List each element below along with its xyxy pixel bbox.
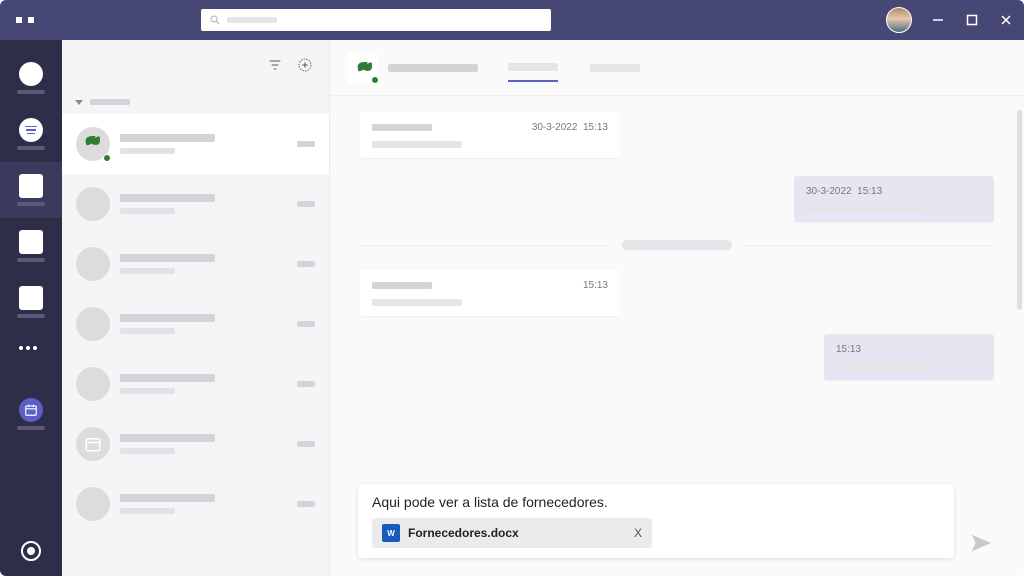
received-message[interactable]: 30-3-2022 15:13 bbox=[360, 112, 620, 158]
date-divider bbox=[360, 240, 994, 250]
app-calendar-icon bbox=[19, 398, 43, 422]
remove-attachment-button[interactable]: X bbox=[634, 526, 642, 540]
message-timestamp: 30-3-2022 15:13 bbox=[532, 122, 608, 133]
rail-item-calls[interactable] bbox=[0, 274, 62, 330]
app-window: 30-3-2022 15:13 30-3-2022 15:13 15:13 15… bbox=[0, 0, 1024, 576]
window-controls bbox=[886, 7, 1014, 33]
contact-avatar bbox=[76, 187, 110, 221]
message-timestamp: 30-3-2022 15:13 bbox=[806, 186, 882, 197]
rail-item-teams[interactable] bbox=[0, 162, 62, 218]
tab-files[interactable] bbox=[590, 54, 640, 82]
contact-avatar bbox=[76, 307, 110, 341]
chat-header bbox=[330, 40, 1024, 96]
calendar-rect-icon bbox=[19, 230, 43, 254]
sent-message[interactable]: 30-3-2022 15:13 bbox=[794, 176, 994, 222]
contact-avatar bbox=[76, 367, 110, 401]
send-icon bbox=[970, 532, 992, 554]
chevron-down-icon bbox=[74, 97, 84, 107]
current-user-avatar[interactable] bbox=[886, 7, 912, 33]
chat-list-item[interactable] bbox=[62, 174, 329, 234]
rail-item-calendar[interactable] bbox=[0, 218, 62, 274]
calls-icon bbox=[19, 286, 43, 310]
message-timestamp: 15:13 bbox=[836, 344, 861, 355]
contact-avatar bbox=[76, 427, 110, 461]
message-timestamp: 15:13 bbox=[583, 280, 608, 291]
title-bar bbox=[0, 0, 1024, 40]
received-message[interactable]: 15:13 bbox=[360, 270, 620, 316]
chat-contact-avatar[interactable] bbox=[348, 53, 378, 83]
chat-list-item[interactable] bbox=[62, 414, 329, 474]
rail-item-more[interactable] bbox=[0, 330, 62, 386]
scrollbar[interactable] bbox=[1017, 110, 1022, 310]
chat-list-section[interactable] bbox=[62, 90, 329, 114]
rail-item-activity[interactable] bbox=[0, 50, 62, 106]
chat-list-item[interactable] bbox=[62, 294, 329, 354]
presence-available-icon bbox=[371, 76, 379, 84]
help-icon bbox=[21, 541, 41, 561]
attachment-chip[interactable]: W Fornecedores.docx X bbox=[372, 518, 652, 548]
search-input[interactable] bbox=[201, 9, 551, 31]
contact-avatar bbox=[76, 247, 110, 281]
chat-list-item[interactable] bbox=[62, 234, 329, 294]
app-rail bbox=[0, 40, 62, 576]
chat-list-panel bbox=[62, 40, 330, 576]
tab-chat[interactable] bbox=[508, 54, 558, 82]
chat-main-panel: 30-3-2022 15:13 30-3-2022 15:13 15:13 15… bbox=[330, 40, 1024, 576]
sent-message[interactable]: 15:13 bbox=[824, 334, 994, 380]
close-button[interactable] bbox=[998, 12, 1014, 28]
search-icon bbox=[209, 14, 221, 26]
app-menu-button[interactable] bbox=[16, 17, 34, 23]
chat-icon bbox=[19, 118, 43, 142]
composer-area: Aqui pode ver a lista de fornecedores. W… bbox=[330, 484, 1024, 576]
activity-icon bbox=[19, 62, 43, 86]
rail-item-help[interactable] bbox=[0, 526, 62, 576]
chat-list-item[interactable] bbox=[62, 114, 329, 174]
attachment-filename: Fornecedores.docx bbox=[408, 526, 626, 540]
new-chat-icon[interactable] bbox=[297, 57, 313, 73]
maximize-button[interactable] bbox=[964, 12, 980, 28]
presence-available-icon bbox=[103, 154, 111, 162]
chat-list-item[interactable] bbox=[62, 474, 329, 534]
chat-list-item[interactable] bbox=[62, 354, 329, 414]
teams-icon bbox=[19, 174, 43, 198]
message-list: 30-3-2022 15:13 30-3-2022 15:13 15:13 15… bbox=[330, 96, 1024, 484]
send-button[interactable] bbox=[966, 528, 996, 558]
rail-item-apps[interactable] bbox=[0, 386, 62, 442]
chat-contact-name bbox=[388, 64, 478, 72]
contact-avatar bbox=[76, 487, 110, 521]
composer-text[interactable]: Aqui pode ver a lista de fornecedores. bbox=[372, 494, 940, 510]
contact-avatar bbox=[76, 127, 110, 161]
more-icon bbox=[19, 346, 43, 370]
search-placeholder bbox=[227, 17, 277, 23]
word-doc-icon: W bbox=[382, 524, 400, 542]
rail-item-chat[interactable] bbox=[0, 106, 62, 162]
minimize-button[interactable] bbox=[930, 12, 946, 28]
chat-list-header bbox=[62, 40, 329, 90]
message-composer[interactable]: Aqui pode ver a lista de fornecedores. W… bbox=[358, 484, 954, 558]
filter-icon[interactable] bbox=[267, 57, 283, 73]
